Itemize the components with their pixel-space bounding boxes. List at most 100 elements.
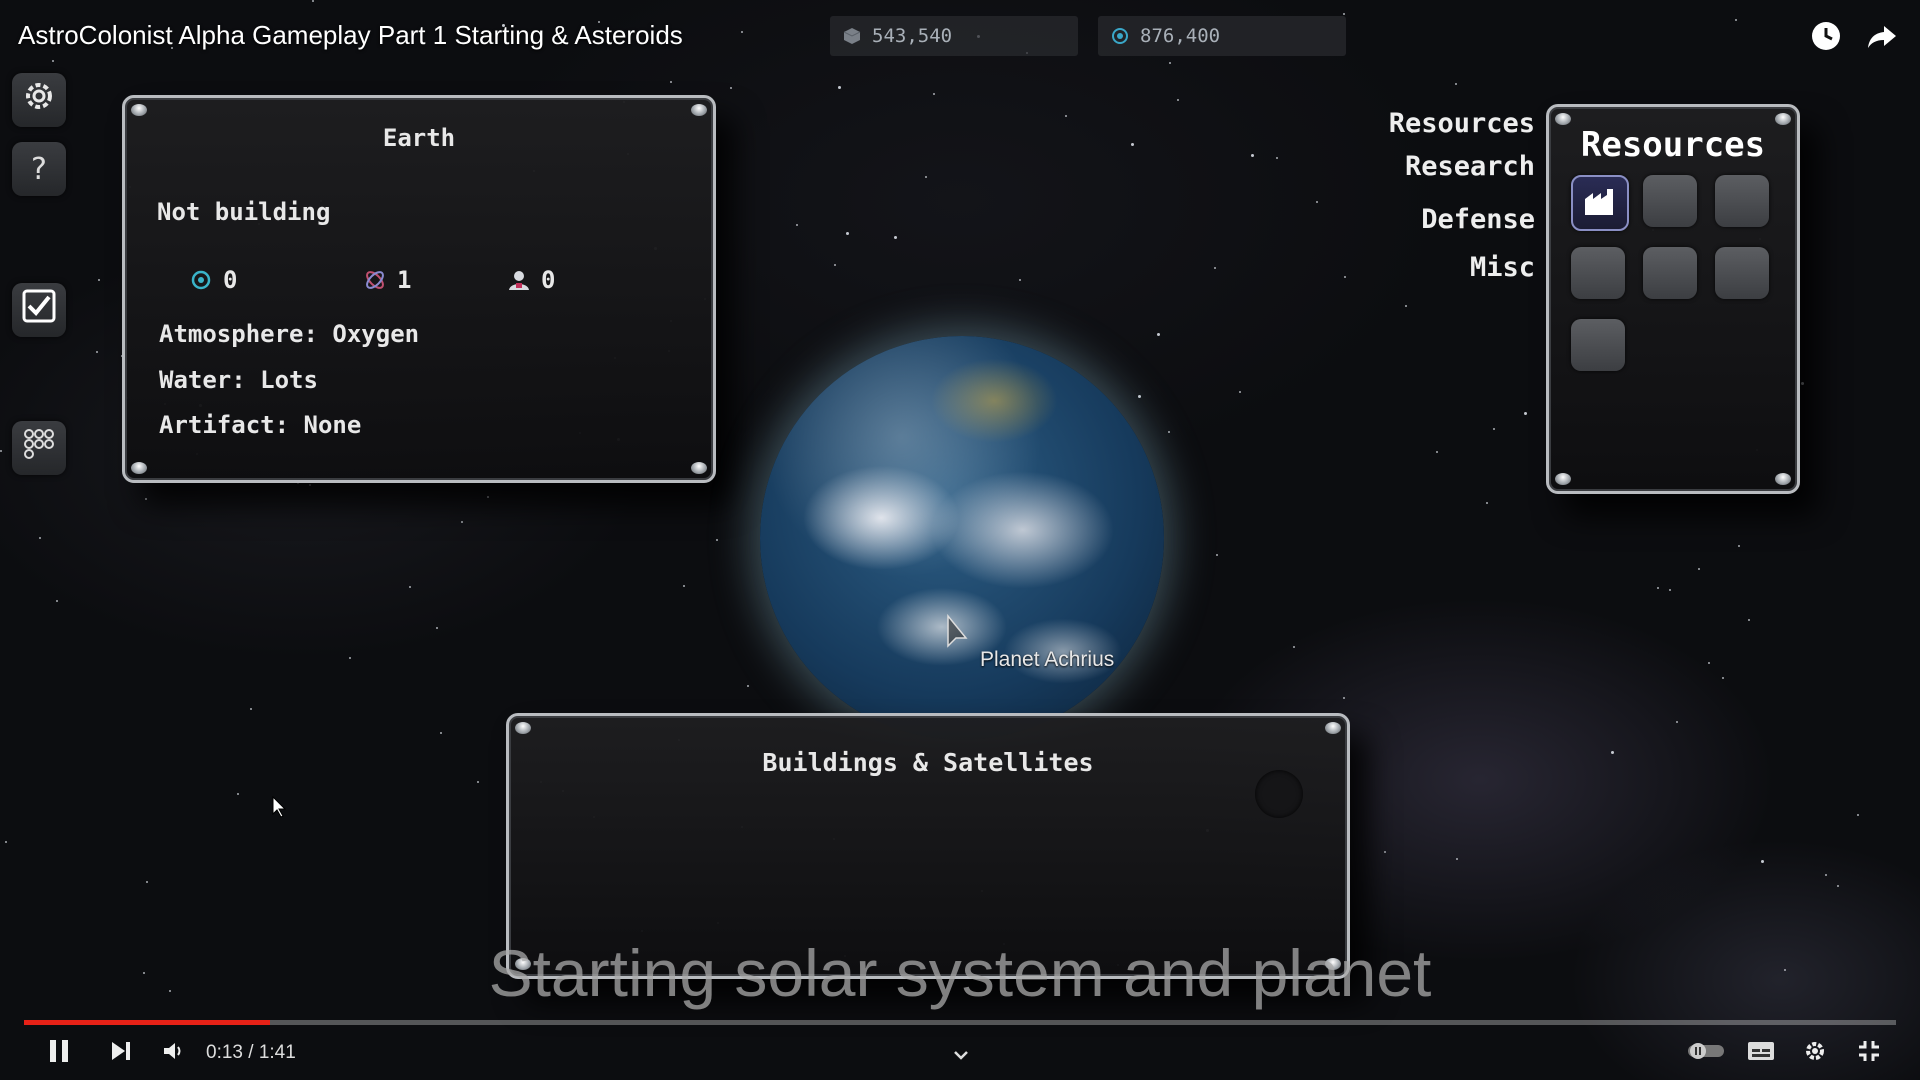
star xyxy=(1214,267,1216,269)
progress-bar[interactable] xyxy=(24,1020,1896,1025)
star xyxy=(894,236,897,239)
star xyxy=(1722,677,1724,679)
metal-resource: 543,540 xyxy=(830,16,1078,56)
resources-panel-title: Resources xyxy=(1580,125,1766,165)
factory-icon xyxy=(1583,187,1617,221)
share-icon[interactable] xyxy=(1862,16,1902,56)
volume-button[interactable] xyxy=(158,1036,188,1070)
star xyxy=(1708,662,1710,664)
energy-stat: 0 xyxy=(189,266,237,294)
star xyxy=(1343,697,1345,699)
round-button[interactable] xyxy=(1255,770,1303,818)
star xyxy=(1344,276,1346,278)
star xyxy=(1524,412,1527,415)
pause-button[interactable] xyxy=(44,1036,74,1070)
category-misc[interactable]: Misc xyxy=(1470,252,1535,283)
exit-fullscreen-button[interactable] xyxy=(1854,1036,1884,1070)
star xyxy=(1748,619,1750,621)
star xyxy=(1316,201,1318,203)
video-title[interactable]: AstroColonist Alpha Gameplay Part 1 Star… xyxy=(18,20,683,51)
watch-later-icon[interactable] xyxy=(1806,16,1846,56)
star xyxy=(838,86,841,89)
research-stat-value: 1 xyxy=(397,266,412,294)
autoplay-toggle[interactable] xyxy=(1686,1036,1726,1070)
star xyxy=(1676,721,1678,723)
star xyxy=(1825,874,1827,876)
person-icon xyxy=(507,268,531,292)
next-button[interactable] xyxy=(106,1036,136,1070)
category-resources[interactable]: Resources xyxy=(1389,108,1535,139)
star xyxy=(349,657,351,659)
toggle-icon xyxy=(1686,1041,1726,1065)
build-status: Not building xyxy=(157,198,331,226)
star xyxy=(1493,428,1495,430)
building-slot[interactable] xyxy=(1643,247,1697,299)
star xyxy=(1168,431,1170,433)
category-research[interactable]: Research xyxy=(1405,151,1535,182)
time-display: 0:13 / 1:41 xyxy=(206,1042,296,1063)
expand-button[interactable] xyxy=(950,1038,972,1072)
building-slot[interactable] xyxy=(1571,247,1625,299)
settings-button[interactable] xyxy=(12,73,66,127)
cube-icon xyxy=(842,26,862,46)
star xyxy=(1157,333,1160,336)
star xyxy=(1384,851,1386,853)
gear-icon xyxy=(20,77,58,123)
subtitles-button[interactable] xyxy=(1746,1036,1776,1070)
star xyxy=(670,81,672,83)
star xyxy=(487,496,489,498)
factory-slot[interactable] xyxy=(1571,175,1629,231)
panel-bolt xyxy=(1555,113,1571,125)
chevron-down-icon xyxy=(953,1046,969,1065)
mouse-cursor-icon xyxy=(946,613,968,654)
star xyxy=(56,600,58,602)
panel-bolt xyxy=(131,104,147,116)
skip-next-icon xyxy=(110,1040,132,1066)
building-slot[interactable] xyxy=(1715,247,1769,299)
planet-globe[interactable] xyxy=(760,336,1164,740)
building-slot[interactable] xyxy=(1571,319,1625,371)
panel-bolt xyxy=(691,104,707,116)
star xyxy=(1065,115,1067,117)
progress-fill xyxy=(24,1020,270,1025)
star xyxy=(730,87,732,89)
buildings-panel-title: Buildings & Satellites xyxy=(762,748,1094,777)
atmosphere-info: Atmosphere: Oxygen xyxy=(159,320,420,348)
star xyxy=(1486,502,1488,504)
star xyxy=(98,279,100,281)
star xyxy=(409,586,411,588)
star xyxy=(741,31,743,33)
star xyxy=(146,881,148,883)
star xyxy=(1837,885,1839,887)
checklist-button[interactable] xyxy=(12,283,66,337)
star xyxy=(1343,13,1345,15)
map-button[interactable] xyxy=(12,421,66,475)
atom-icon xyxy=(1110,26,1130,46)
energy-value: 876,400 xyxy=(1140,25,1221,47)
settings-button-player[interactable] xyxy=(1800,1036,1830,1070)
artifact-info: Artifact: None xyxy=(159,411,362,439)
star xyxy=(1611,751,1614,754)
star xyxy=(1436,451,1438,453)
population-stat: 0 xyxy=(507,266,555,294)
star xyxy=(1761,860,1764,863)
star xyxy=(933,93,935,95)
star xyxy=(5,841,7,843)
building-slot[interactable] xyxy=(1715,175,1769,227)
subtitles-icon xyxy=(1747,1041,1775,1065)
building-slot[interactable] xyxy=(1643,175,1697,227)
star xyxy=(1019,279,1021,281)
energy-stat-value: 0 xyxy=(223,266,238,294)
star xyxy=(1276,157,1278,159)
category-defense[interactable]: Defense xyxy=(1421,204,1535,235)
gear-icon xyxy=(1803,1039,1827,1067)
help-button[interactable]: ? xyxy=(12,142,66,196)
star xyxy=(1405,305,1407,307)
star xyxy=(0,450,2,452)
planet-title: Earth xyxy=(382,124,456,152)
star xyxy=(1669,589,1671,591)
exit-fullscreen-icon xyxy=(1857,1039,1881,1067)
earth-info-panel: Earth Not building 0 1 0 Atmosphere: Oxy… xyxy=(122,95,716,483)
star xyxy=(1169,62,1171,64)
star xyxy=(1138,395,1141,398)
